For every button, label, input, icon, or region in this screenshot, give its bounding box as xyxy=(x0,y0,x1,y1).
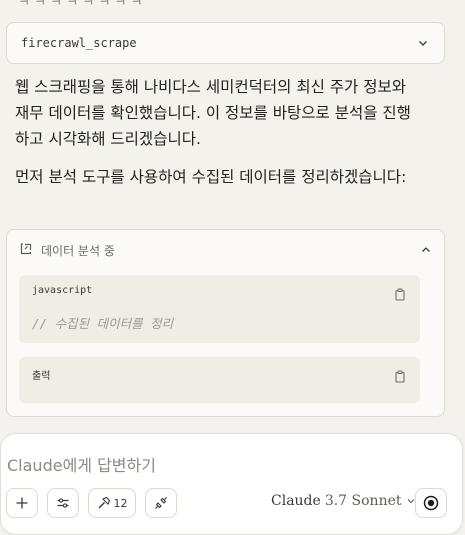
tool-call-card[interactable]: firecrawl_scrape xyxy=(6,22,445,64)
model-selector[interactable]: Claude 3.7 Sonnet xyxy=(271,493,416,509)
analysis-tool-icon xyxy=(19,241,33,260)
settings-button[interactable] xyxy=(47,488,79,518)
chevron-up-icon[interactable] xyxy=(420,241,432,260)
chevron-down-icon xyxy=(407,499,414,504)
model-name: Claude xyxy=(271,493,321,509)
tools-button[interactable]: 12 xyxy=(88,488,136,518)
analysis-title: 데이터 분석 중 xyxy=(41,243,115,258)
sliders-icon xyxy=(57,498,69,508)
code-block: javascript // 수집된 데이터를 정리 xyxy=(19,275,420,343)
assistant-message-1: 웹 스크래핑을 통해 나비다스 세미컨덕터의 최신 주가 정보와 재무 데이터를… xyxy=(15,78,411,148)
copy-icon[interactable] xyxy=(394,368,406,383)
analysis-panel: 데이터 분석 중 javascript // 수집된 데이터를 정리 출력 xyxy=(6,229,445,417)
assistant-message-2: 먼저 분석 도구를 사용하여 수집된 데이터를 정리하겠습니다: xyxy=(15,168,407,186)
reply-composer: Claude에게 답변하기 12 Claude 3.7 Sonnet xyxy=(0,433,463,535)
plug-icon xyxy=(155,497,167,509)
code-language-label: javascript xyxy=(32,285,93,296)
analysis-header[interactable]: 데이터 분석 중 xyxy=(19,240,432,260)
tools-count: 12 xyxy=(113,496,128,510)
output-block: 출력 xyxy=(19,357,420,403)
reply-input[interactable]: Claude에게 답변하기 xyxy=(7,452,156,476)
copy-icon[interactable] xyxy=(394,286,406,301)
code-comment: // 수집된 데이터를 정리 xyxy=(32,316,174,331)
model-version: 3.7 Sonnet xyxy=(324,493,402,509)
chevron-down-icon[interactable] xyxy=(416,36,430,50)
plus-icon xyxy=(16,497,28,509)
record-button[interactable] xyxy=(415,488,447,518)
record-icon xyxy=(423,495,439,511)
previous-message-fragment: ㅋ ㅋ ㅋ ㅋ ㅋ ㅋ ㅋ ㅋ xyxy=(18,0,143,10)
add-button[interactable] xyxy=(6,488,38,518)
integrations-button[interactable] xyxy=(145,488,177,518)
hammer-icon xyxy=(98,496,110,509)
tool-call-name: firecrawl_scrape xyxy=(21,36,137,50)
output-label: 출력 xyxy=(32,371,51,382)
